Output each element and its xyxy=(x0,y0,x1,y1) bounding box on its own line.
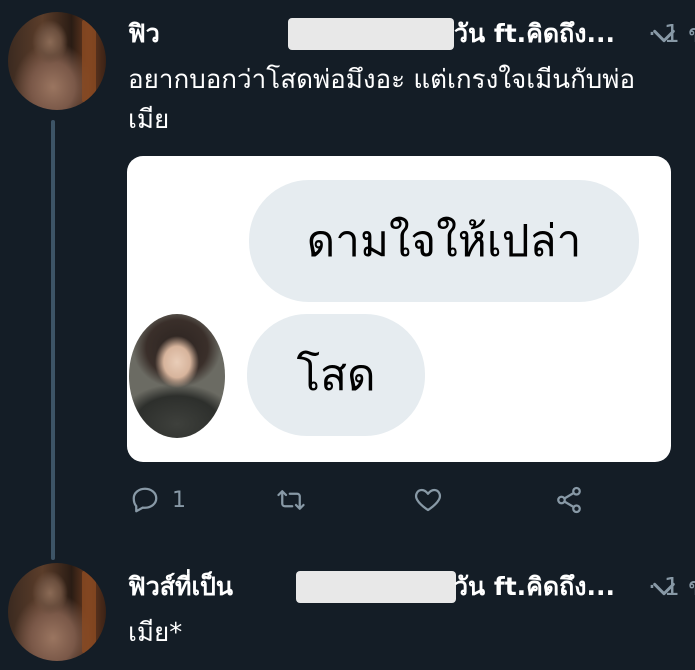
chat-avatar xyxy=(129,314,225,438)
redaction-bar xyxy=(288,18,454,50)
tweet-actions: 1 xyxy=(128,482,688,522)
author-name[interactable]: ฟิว xyxy=(128,16,160,52)
author-name-suffix[interactable]: วัน ft.คิดถึง... xyxy=(454,569,615,605)
tweet-text: อยากบอกว่าโสดพ่อมึงอะ แต่เกรงใจเมีนกับพ่… xyxy=(128,65,636,135)
reply-count: 1 xyxy=(172,487,186,513)
chat-bubble-bottom: โสด xyxy=(247,314,425,436)
thread-line xyxy=(51,120,55,560)
author-avatar[interactable] xyxy=(8,12,106,110)
redaction-bar xyxy=(296,571,456,603)
like-button[interactable] xyxy=(413,482,443,518)
chat-bubble-top: ดามใจให้เปล่า xyxy=(249,180,639,302)
chevron-down-icon[interactable] xyxy=(650,22,678,50)
heart-icon xyxy=(415,488,441,512)
author-avatar[interactable] xyxy=(8,563,106,661)
author-name-suffix[interactable]: วัน ft.คิดถึง... xyxy=(454,16,615,52)
author-name[interactable]: ฟิวส์ที่เป็น xyxy=(128,569,233,605)
chevron-down-icon[interactable] xyxy=(650,575,678,603)
share-button[interactable] xyxy=(554,482,584,518)
retweet-button[interactable] xyxy=(276,482,306,518)
media-card[interactable]: ดามใจให้เปล่า โสด xyxy=(127,156,671,462)
tweet-2[interactable]: ฟิวส์ที่เป็น วัน ft.คิดถึง... · 1 ชม. เม… xyxy=(0,555,695,670)
reply-button[interactable]: 1 xyxy=(130,482,186,518)
tweet-text: เมีย* xyxy=(128,618,183,648)
retweet-icon xyxy=(277,490,305,510)
tweet-header: ฟิวส์ที่เป็น วัน ft.คิดถึง... · 1 ชม. xyxy=(128,569,695,609)
tweet-header: ฟิว วัน ft.คิดถึง... · 1 ชม. xyxy=(128,16,695,56)
reply-icon xyxy=(132,487,158,513)
tweet-1[interactable]: ฟิว วัน ft.คิดถึง... · 1 ชม. อยากบอกว่าโ… xyxy=(0,0,695,560)
share-icon xyxy=(557,486,581,514)
